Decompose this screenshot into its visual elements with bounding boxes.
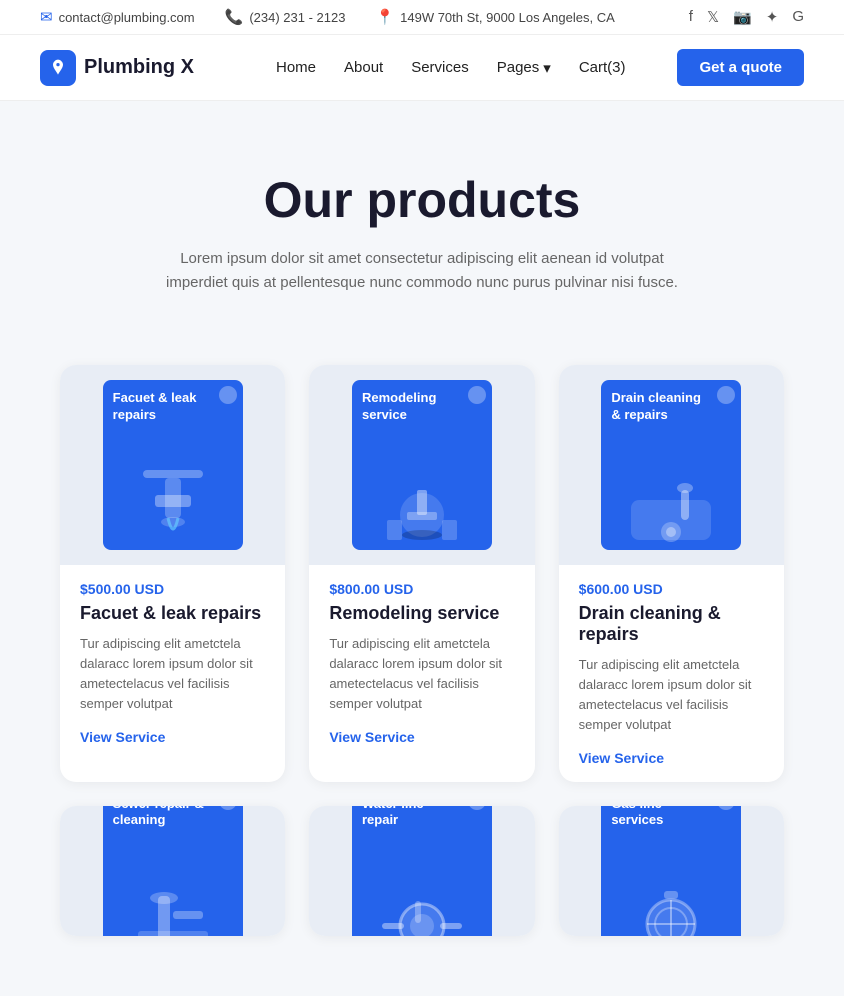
card-title-4: Sewer repair &cleaning <box>113 806 233 830</box>
faucet-svg <box>113 460 233 550</box>
location-icon: 📍 <box>375 8 394 26</box>
product-desc-3: Tur adipiscing elit ametctela dalaracc l… <box>579 655 764 736</box>
product-card-2: Remodelingservice $800.00 USD <box>309 365 534 782</box>
sewer-svg <box>118 886 228 936</box>
nav-services[interactable]: Services <box>411 59 469 76</box>
logo-svg <box>48 58 68 78</box>
product-info-1: $500.00 USD Facuet & leak repairs Tur ad… <box>60 565 285 751</box>
product-card-visual-6: Gas lineservices <box>601 806 741 936</box>
card-title-5: Water linerepair <box>362 806 482 830</box>
twitter-icon[interactable]: 𝕏 <box>707 8 719 26</box>
product-card-visual-1: Facuet & leakrepairs <box>103 380 243 550</box>
product-image-6: Gas lineservices <box>559 806 784 936</box>
drain-svg <box>611 460 731 550</box>
gas-svg <box>616 886 726 936</box>
email-text: contact@plumbing.com <box>59 10 195 25</box>
get-quote-button[interactable]: Get a quote <box>677 49 804 86</box>
nav-pages-label: Pages <box>497 59 540 76</box>
nav-pages[interactable]: Pages ▾ <box>497 59 551 77</box>
product-name-3: Drain cleaning & repairs <box>579 603 764 645</box>
waterline-svg <box>367 886 477 936</box>
chevron-down-icon: ▾ <box>543 59 551 77</box>
product-card-visual-5: Water linerepair <box>352 806 492 936</box>
product-image-2: Remodelingservice <box>309 365 534 565</box>
address-item: 📍 149W 70th St, 9000 Los Angeles, CA <box>375 8 614 26</box>
email-icon: ✉ <box>40 8 53 26</box>
product-card-visual-4: Sewer repair &cleaning <box>103 806 243 936</box>
navbar: Plumbing X Home About Services Pages ▾ C… <box>0 35 844 101</box>
view-service-1[interactable]: View Service <box>80 729 165 745</box>
product-card-4: Sewer repair &cleaning <box>60 806 285 936</box>
product-image-4: Sewer repair &cleaning <box>60 806 285 936</box>
product-card-3: Drain cleaning& repairs $600.00 USD Dr <box>559 365 784 782</box>
product-desc-1: Tur adipiscing elit ametctela dalaracc l… <box>80 634 265 715</box>
card-title-6: Gas lineservices <box>611 806 731 830</box>
product-name-1: Facuet & leak repairs <box>80 603 265 624</box>
product-name-2: Remodeling service <box>329 603 514 624</box>
yelp-icon[interactable]: ✦ <box>766 8 779 26</box>
card-title-3: Drain cleaning& repairs <box>611 390 731 424</box>
product-card-6: Gas lineservices <box>559 806 784 936</box>
logo-icon <box>40 50 76 86</box>
nav-home[interactable]: Home <box>276 59 316 76</box>
product-price-1: $500.00 USD <box>80 581 265 597</box>
products-grid: Facuet & leakrepairs $500.00 USD Facue <box>60 365 784 782</box>
product-image-5: Water linerepair <box>309 806 534 936</box>
product-card-visual-3: Drain cleaning& repairs <box>601 380 741 550</box>
products-section: Facuet & leakrepairs $500.00 USD Facue <box>0 335 844 996</box>
nav-cart[interactable]: Cart(3) <box>579 59 626 76</box>
google-icon[interactable]: G <box>792 8 804 26</box>
remodel-svg <box>362 460 482 550</box>
view-service-3[interactable]: View Service <box>579 750 664 766</box>
phone-icon: 📞 <box>225 8 244 26</box>
view-service-2[interactable]: View Service <box>329 729 414 745</box>
product-card-1: Facuet & leakrepairs $500.00 USD Facue <box>60 365 285 782</box>
product-price-3: $600.00 USD <box>579 581 764 597</box>
nav-about[interactable]: About <box>344 59 383 76</box>
product-info-2: $800.00 USD Remodeling service Tur adipi… <box>309 565 534 751</box>
hero-subtitle: Lorem ipsum dolor sit amet consectetur a… <box>162 247 682 295</box>
product-card-visual-2: Remodelingservice <box>352 380 492 550</box>
card-title-2: Remodelingservice <box>362 390 482 424</box>
product-image-3: Drain cleaning& repairs <box>559 365 784 565</box>
product-desc-2: Tur adipiscing elit ametctela dalaracc l… <box>329 634 514 715</box>
phone-item: 📞 (234) 231 - 2123 <box>225 8 346 26</box>
product-price-2: $800.00 USD <box>329 581 514 597</box>
email-item: ✉ contact@plumbing.com <box>40 8 195 26</box>
topbar: ✉ contact@plumbing.com 📞 (234) 231 - 212… <box>0 0 844 35</box>
hero-section: Our products Lorem ipsum dolor sit amet … <box>0 101 844 335</box>
product-image-1: Facuet & leakrepairs <box>60 365 285 565</box>
product-card-5: Water linerepair <box>309 806 534 936</box>
instagram-icon[interactable]: 📷 <box>733 8 752 26</box>
products-grid-bottom: Sewer repair &cleaning <box>60 806 784 936</box>
page-title: Our products <box>40 171 804 229</box>
logo[interactable]: Plumbing X <box>40 50 194 86</box>
product-info-3: $600.00 USD Drain cleaning & repairs Tur… <box>559 565 784 772</box>
card-title-1: Facuet & leakrepairs <box>113 390 233 424</box>
facebook-icon[interactable]: f <box>689 8 693 26</box>
social-links: f 𝕏 📷 ✦ G <box>689 8 804 26</box>
address-text: 149W 70th St, 9000 Los Angeles, CA <box>400 10 615 25</box>
nav-links: Home About Services Pages ▾ Cart(3) Get … <box>276 49 804 86</box>
phone-text: (234) 231 - 2123 <box>249 10 345 25</box>
logo-text: Plumbing X <box>84 56 194 79</box>
